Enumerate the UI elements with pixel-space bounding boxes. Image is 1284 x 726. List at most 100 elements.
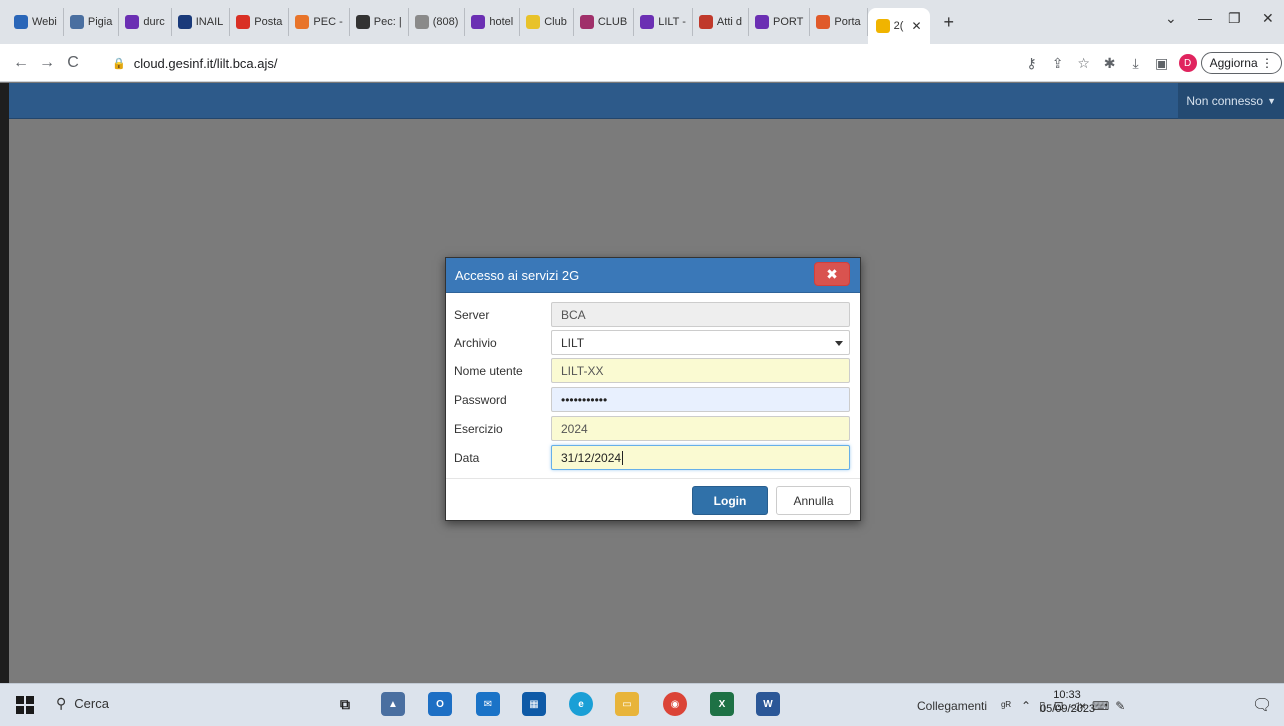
dialog-divider bbox=[446, 478, 860, 479]
browser-tab[interactable]: Porta bbox=[810, 8, 868, 36]
browser-tab[interactable]: CLUB bbox=[574, 8, 635, 36]
esercizio-value: 2024 bbox=[561, 421, 588, 436]
chevron-up-icon[interactable]: ⌃ bbox=[1021, 699, 1031, 713]
browser-tab-label: durc bbox=[143, 16, 165, 28]
taskbar-search[interactable]: ⚲ Cerca bbox=[56, 695, 109, 712]
app-people-icon[interactable]: ▲ bbox=[381, 692, 405, 716]
tab-search-icon[interactable]: ⌄ bbox=[1165, 10, 1177, 27]
password-field[interactable]: ••••••••••• bbox=[551, 387, 850, 412]
side-panel-icon[interactable]: ▣ bbox=[1149, 55, 1175, 72]
reload-icon[interactable]: C bbox=[60, 54, 86, 72]
porta-icon bbox=[816, 15, 831, 29]
word-icon[interactable]: W bbox=[756, 692, 780, 716]
esercizio-row: Esercizio 2024 bbox=[454, 416, 852, 441]
browser-tab[interactable]: hotel bbox=[465, 8, 521, 36]
excel-icon[interactable]: X bbox=[710, 692, 734, 716]
data-row: Data 31/12/2024 bbox=[454, 445, 852, 470]
browser-tab[interactable]: Webi bbox=[8, 8, 64, 36]
inail-icon bbox=[177, 15, 192, 29]
extensions-icon[interactable]: ✱ bbox=[1097, 55, 1123, 72]
links-label[interactable]: Collegamenti bbox=[917, 699, 987, 713]
dialog-header: Accesso ai servizi 2G bbox=[446, 258, 860, 293]
browser-tab[interactable]: PEC - bbox=[289, 8, 350, 36]
password-label: Password bbox=[454, 392, 507, 407]
app-navbar: Non connesso ▼ bbox=[9, 83, 1284, 119]
browser-tab-label: hotel bbox=[489, 16, 514, 28]
windows-start-icon[interactable] bbox=[16, 696, 34, 714]
esercizio-label: Esercizio bbox=[454, 421, 503, 436]
update-label: Aggiorna bbox=[1209, 56, 1258, 70]
taskbar-clock[interactable]: 10:33 05/09/2023 bbox=[1040, 688, 1095, 716]
mail-icon[interactable]: ✉ bbox=[476, 692, 500, 716]
connection-status-label: Non connesso bbox=[1186, 94, 1264, 108]
archivio-value: LILT bbox=[561, 335, 585, 350]
browser-tab[interactable]: Posta bbox=[230, 8, 290, 36]
edge-icon[interactable]: e bbox=[569, 692, 593, 716]
profile-avatar[interactable]: D bbox=[1178, 54, 1197, 72]
y-icon bbox=[471, 15, 486, 29]
browser-tab-strip: Webi Pigia durc INAIL Posta PEC - Pec: | (808) h… bbox=[0, 0, 1284, 44]
browser-tab[interactable]: PORT bbox=[749, 8, 811, 36]
outlook-icon[interactable]: O bbox=[428, 692, 452, 716]
select-caret-icon bbox=[835, 341, 843, 346]
browser-tab-label: Club bbox=[544, 16, 567, 28]
update-button[interactable]: Aggiorna ⋮ bbox=[1200, 52, 1282, 74]
atti-icon bbox=[698, 15, 713, 29]
forward-icon[interactable]: → bbox=[34, 54, 60, 72]
browser-tab[interactable]: Pigia bbox=[64, 8, 120, 36]
task-view-icon[interactable]: ⧉ bbox=[333, 692, 357, 716]
username-field[interactable]: LILT-XX bbox=[551, 358, 850, 383]
close-window-icon[interactable]: ✕ bbox=[1262, 10, 1274, 27]
date-field[interactable]: 31/12/2024 bbox=[551, 445, 850, 470]
restore-icon[interactable]: ❐ bbox=[1228, 10, 1241, 27]
browser-tab[interactable]: LILT - bbox=[634, 8, 693, 36]
dialog-close-button[interactable]: ✖ bbox=[814, 262, 850, 286]
browser-tab-label: (808) bbox=[432, 16, 459, 28]
browser-tab[interactable]: Club bbox=[520, 8, 574, 36]
date-value: 31/12/2024 bbox=[561, 450, 622, 465]
browser-tab-label: LILT - bbox=[658, 16, 686, 28]
tab-close-icon[interactable]: ✕ bbox=[911, 19, 921, 33]
address-bar: ← → C 🔒 cloud.gesinf.it/lilt.bca.ajs/ ⚷ … bbox=[0, 44, 1284, 82]
server-field[interactable]: BCA bbox=[551, 302, 850, 327]
store-icon[interactable]: ▦ bbox=[522, 692, 546, 716]
browser-tab-label: Pec: | bbox=[373, 16, 402, 28]
user-row: Nome utente LILT-XX bbox=[454, 358, 852, 383]
url-field[interactable]: 🔒 cloud.gesinf.it/lilt.bca.ajs/ bbox=[112, 52, 278, 74]
cancel-label: Annulla bbox=[793, 493, 834, 508]
cancel-button[interactable]: Annulla bbox=[776, 486, 851, 515]
search-label: Cerca bbox=[74, 696, 109, 711]
browser-tab[interactable]: Pec: | bbox=[350, 8, 409, 36]
new-tab-button[interactable]: + bbox=[944, 12, 955, 33]
notification-icon[interactable]: 🗨 bbox=[1252, 695, 1272, 715]
browser-tab[interactable]: INAIL bbox=[172, 8, 231, 36]
runner-icon bbox=[69, 15, 84, 29]
esercizio-field[interactable]: 2024 bbox=[551, 416, 850, 441]
mail-icon bbox=[414, 15, 429, 29]
login-dialog: Accesso ai servizi 2G ✖ Server BCA Archi… bbox=[445, 257, 861, 521]
download-icon[interactable]: ⤓ bbox=[1123, 55, 1149, 72]
chrome-icon[interactable]: ◉ bbox=[663, 692, 687, 716]
username-value: LILT-XX bbox=[561, 363, 604, 378]
club2-icon bbox=[579, 15, 594, 29]
minimize-icon[interactable]: — bbox=[1198, 10, 1212, 26]
share-icon[interactable]: ⇪ bbox=[1045, 55, 1071, 72]
bookmark-star-icon[interactable]: ☆ bbox=[1071, 55, 1097, 72]
people-icon[interactable]: ᵍᴿ bbox=[1001, 699, 1011, 713]
password-value: ••••••••••• bbox=[561, 392, 608, 407]
login-button[interactable]: Login bbox=[692, 486, 768, 515]
browser-tab[interactable]: durc bbox=[119, 8, 172, 36]
pen-icon[interactable]: ✎ bbox=[1115, 699, 1125, 713]
file-explorer-icon[interactable]: ▭ bbox=[615, 692, 639, 716]
club-icon bbox=[526, 15, 541, 29]
browser-tab-label: PEC - bbox=[313, 16, 343, 28]
browser-tab[interactable]: Atti d bbox=[693, 8, 749, 36]
archivio-select[interactable]: LILT bbox=[551, 330, 850, 355]
browser-tab[interactable]: (808) bbox=[409, 8, 466, 36]
left-window-edge bbox=[0, 83, 9, 683]
gmail-icon bbox=[236, 15, 251, 29]
browser-tab[interactable]: 2(✕ bbox=[867, 8, 930, 44]
connection-status-dropdown[interactable]: Non connesso ▼ bbox=[1178, 83, 1284, 119]
password-key-icon[interactable]: ⚷ bbox=[1019, 55, 1045, 72]
back-icon[interactable]: ← bbox=[8, 54, 34, 72]
